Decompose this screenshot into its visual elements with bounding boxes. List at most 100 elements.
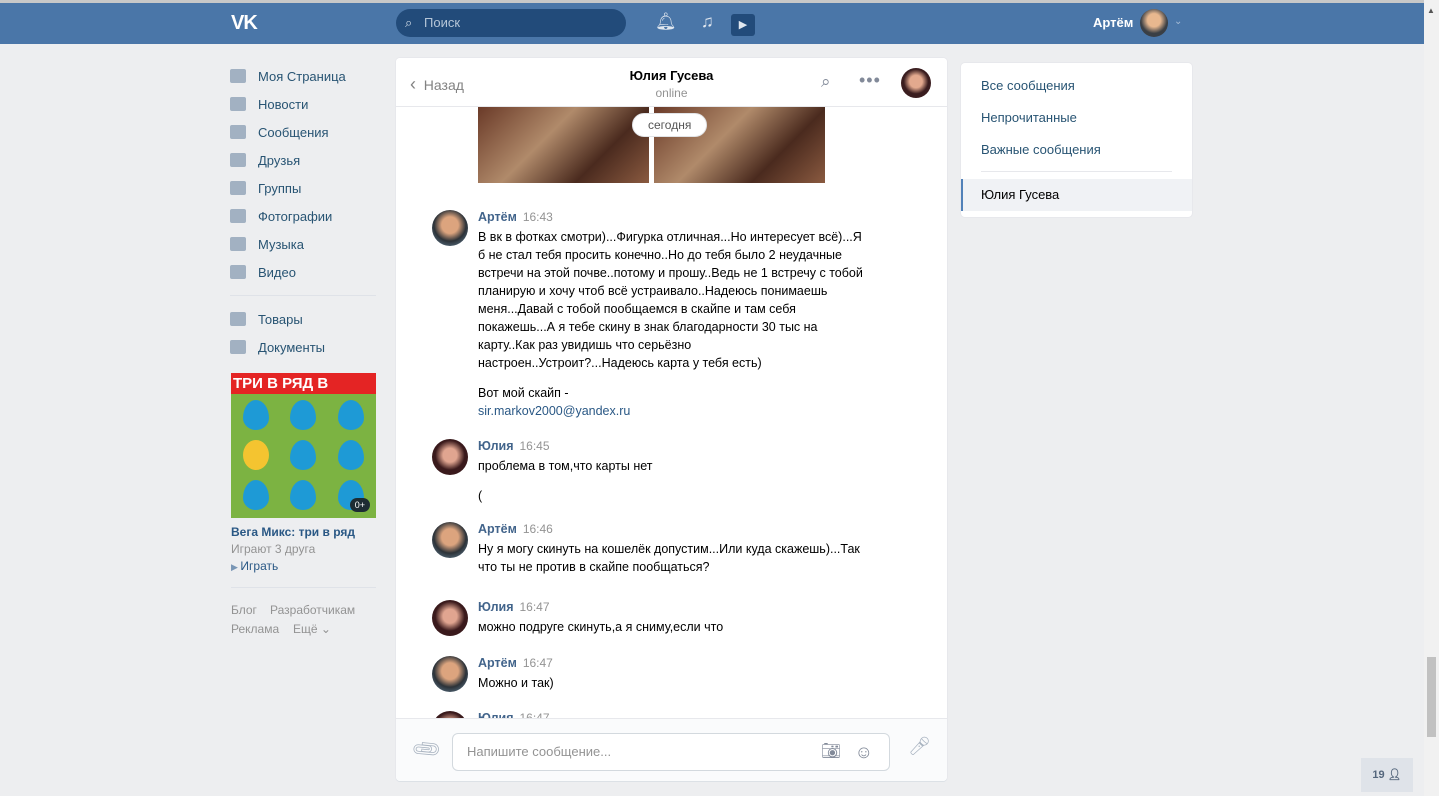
scrollbar-thumb[interactable] (1427, 657, 1436, 737)
music-icon (230, 237, 246, 251)
vk-logo[interactable]: VK (231, 12, 258, 35)
input-placeholder: Напишите сообщение... (467, 744, 612, 759)
skype-link[interactable]: sir.markov2000@yandex.ru (478, 404, 630, 418)
counter-value: 19 (1372, 769, 1385, 781)
footer-dev[interactable]: Разработчикам (270, 603, 355, 617)
messages-filter-panel: Все сообщения Непрочитанные Важные сообщ… (961, 63, 1192, 217)
filter-important[interactable]: Важные сообщения (981, 142, 1101, 157)
nav-item[interactable]: Товары (230, 305, 376, 333)
message-text: можно подруге скинуть,а я сниму,если что (478, 618, 868, 636)
author-name[interactable]: Юлия (478, 439, 514, 453)
person-icon: 👤︎ (1387, 769, 1402, 781)
microphone-icon[interactable]: 🎤︎ (908, 736, 931, 757)
text-line: ( (478, 489, 483, 503)
nav-label: Документы (258, 339, 326, 355)
filter-all[interactable]: Все сообщения (981, 78, 1075, 93)
play-game-link[interactable]: ▶ Играть (231, 559, 278, 573)
photo-attachment[interactable] (478, 107, 649, 183)
nav-label: Сообщения (258, 124, 329, 140)
author-avatar[interactable] (432, 439, 468, 475)
online-counter[interactable]: 19 👤︎ (1361, 758, 1413, 792)
game-banner[interactable]: ТРИ В РЯД В 0+ (231, 373, 376, 518)
text-line: проблема в том,что карты нет (478, 459, 653, 473)
divider (981, 171, 1172, 172)
nav-item[interactable]: Музыка (230, 230, 376, 258)
author-avatar[interactable] (432, 600, 468, 636)
scroll-up-icon[interactable]: ▲ (1427, 6, 1435, 15)
footer-ads[interactable]: Реклама (231, 622, 279, 636)
nav-label: Новости (258, 96, 309, 112)
filter-unread[interactable]: Непрочитанные (981, 110, 1077, 125)
composer: 📎︎ Напишите сообщение... 📷︎ ☺ 🎤︎ (396, 718, 947, 781)
nav-item[interactable]: Моя Страница (230, 62, 376, 90)
message-time: 16:45 (519, 439, 550, 453)
text-line: В вк в фотках смотри)...Фигурка отличная… (478, 230, 867, 370)
nav-label: Друзья (258, 152, 301, 168)
search-input[interactable]: ⌕ Поиск (396, 9, 626, 37)
more-icon[interactable]: ••• (859, 70, 881, 91)
nav-label: Музыка (258, 236, 304, 252)
search-icon[interactable]: ⌕ (821, 72, 831, 92)
paperclip-icon[interactable]: 📎︎ (409, 732, 445, 767)
chat-panel: ‹ Назад Юлия Гусева online ⌕ ••• сегодня… (396, 58, 947, 781)
game-title[interactable]: Вега Микс: три в ряд (231, 525, 355, 539)
author-name[interactable]: Юлия (478, 600, 514, 614)
page-scrollbar[interactable]: ▲ (1424, 0, 1439, 796)
nav-item[interactable]: Видео (230, 258, 376, 286)
bag-icon (230, 312, 246, 326)
author-avatar[interactable] (432, 522, 468, 558)
camera-icon (230, 209, 246, 223)
search-icon: ⌕ (405, 15, 413, 30)
author-avatar[interactable] (432, 656, 468, 692)
text-line: Ну я могу скинуть на кошелёк допустим...… (478, 542, 864, 574)
message-text: Ну я могу скинуть на кошелёк допустим...… (478, 540, 868, 576)
nav-label: Группы (258, 180, 302, 196)
chevron-down-icon[interactable]: ⌄ (1174, 16, 1182, 27)
nav-label: Моя Страница (258, 68, 346, 84)
nav-item[interactable]: Друзья (230, 146, 376, 174)
author-avatar[interactable] (432, 210, 468, 246)
camera-icon[interactable]: 📷︎ (821, 734, 841, 770)
footer-blog[interactable]: Блог (231, 603, 257, 617)
message-time: 16:46 (522, 522, 553, 536)
document-icon (230, 340, 246, 354)
footer-more[interactable]: Ещё ⌄ (293, 622, 331, 636)
play-icon[interactable]: ▶ (731, 14, 755, 36)
date-pill: сегодня (632, 113, 708, 137)
conversation-active[interactable]: Юлия Гусева (961, 179, 1192, 211)
music-icon[interactable]: ♫ (701, 12, 714, 32)
nav-label: Видео (258, 264, 296, 280)
top-header: VK ⌕ Поиск 🔔︎ ♫ ▶ Артём ⌄ (0, 0, 1424, 44)
message-header: Артём 16:43 (478, 210, 553, 224)
author-name[interactable]: Артём (478, 656, 517, 670)
nav-item[interactable]: Сообщения (230, 118, 376, 146)
message-input[interactable]: Напишите сообщение... 📷︎ ☺ (452, 733, 890, 771)
contact-avatar[interactable] (901, 68, 931, 98)
play-icon: ▶ (231, 562, 241, 572)
divider (230, 295, 376, 296)
divider (231, 587, 376, 588)
message-time: 16:47 (519, 600, 550, 614)
user-avatar[interactable] (1140, 9, 1168, 37)
nav-item[interactable]: Документы (230, 333, 376, 361)
news-icon (230, 97, 246, 111)
user-name[interactable]: Артём (1093, 15, 1133, 30)
bell-icon[interactable]: 🔔︎ (655, 12, 677, 32)
author-name[interactable]: Артём (478, 210, 517, 224)
nav-item[interactable]: Новости (230, 90, 376, 118)
smile-icon[interactable]: ☺ (855, 734, 873, 770)
author-name[interactable]: Артём (478, 522, 517, 536)
nav-item[interactable]: Группы (230, 174, 376, 202)
home-icon (230, 69, 246, 83)
text-line: можно подруге скинуть,а я сниму,если что (478, 620, 724, 634)
game-friends: Играют 3 друга (231, 542, 316, 556)
message-header: Артём 16:47 (478, 656, 553, 670)
message-header: Юлия 16:47 (478, 600, 550, 614)
message-header: Юлия 16:45 (478, 439, 550, 453)
message-text: В вк в фотках смотри)...Фигурка отличная… (478, 228, 868, 420)
text-line: Вот мой скайп - (478, 386, 569, 400)
groups-icon (230, 181, 246, 195)
chat-header: ‹ Назад Юлия Гусева online ⌕ ••• (396, 58, 947, 107)
message-time: 16:43 (522, 210, 553, 224)
nav-item[interactable]: Фотографии (230, 202, 376, 230)
